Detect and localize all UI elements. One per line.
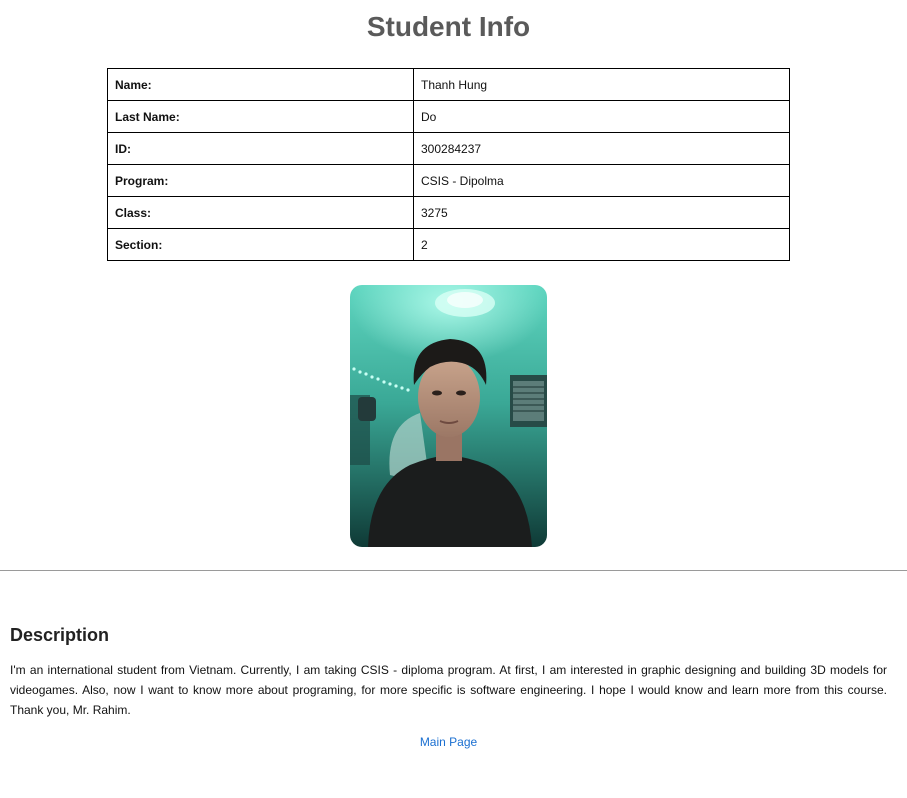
row-value-name: Thanh Hung [413,68,790,101]
table-row: Program: CSIS - Dipolma [107,164,790,197]
student-info-table: Name: Thanh Hung Last Name: Do ID: 30028… [107,68,790,261]
section-divider [0,570,907,571]
table-row: Section: 2 [107,228,790,261]
row-label-last-name: Last Name: [107,100,414,133]
table-row: ID: 300284237 [107,132,790,165]
row-label-id: ID: [107,132,414,165]
table-row: Name: Thanh Hung [107,68,790,101]
row-value-class: 3275 [413,196,790,229]
row-label-section: Section: [107,228,414,261]
page-title: Student Info [366,11,531,42]
row-value-last-name: Do [413,100,790,133]
row-label-class: Class: [107,196,414,229]
table-row: Last Name: Do [107,100,790,133]
main-page-link-container: Main Page [0,734,897,750]
description-heading: Description [10,625,110,645]
description-text: I'm an international student from Vietna… [10,663,887,717]
table-row: Class: 3275 [107,196,790,229]
row-value-id: 300284237 [413,132,790,165]
main-page-link[interactable]: Main Page [420,735,477,749]
row-value-program: CSIS - Dipolma [413,164,790,197]
row-label-name: Name: [107,68,414,101]
row-label-program: Program: [107,164,414,197]
student-photo [350,285,547,547]
row-value-section: 2 [413,228,790,261]
